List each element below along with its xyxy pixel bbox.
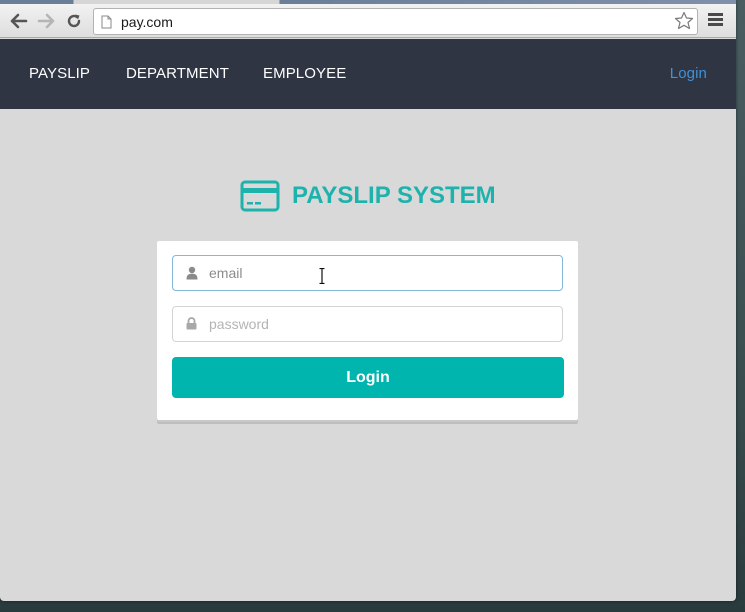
nav-payslip[interactable]: PAYSLIP: [29, 65, 90, 82]
forward-button[interactable]: [35, 11, 57, 31]
arrow-left-icon: [10, 13, 28, 29]
address-bar[interactable]: pay.com: [93, 8, 698, 35]
site-navbar: PAYSLIP DEPARTMENT EMPLOYEE Login: [0, 39, 736, 109]
nav-department[interactable]: DEPARTMENT: [126, 65, 229, 82]
page-icon: [101, 15, 112, 29]
password-input[interactable]: [209, 307, 549, 341]
url-text: pay.com: [121, 14, 173, 30]
hamburger-menu-icon[interactable]: [708, 13, 723, 28]
password-field[interactable]: [172, 306, 563, 342]
brand-title: PAYSLIP SYSTEM: [292, 182, 496, 209]
reload-button[interactable]: [63, 11, 85, 31]
reload-icon: [67, 14, 81, 28]
star-icon[interactable]: [674, 11, 694, 31]
nav-login-link[interactable]: Login: [670, 65, 707, 82]
login-card: Login: [157, 241, 578, 420]
text-cursor-icon: [319, 268, 325, 284]
browser-window: pay.com PAYSLIP DEPARTMENT EMPLOYEE Logi…: [0, 0, 736, 601]
email-input[interactable]: [209, 256, 549, 290]
lock-icon: [186, 317, 197, 330]
back-button[interactable]: [8, 11, 30, 31]
user-icon: [186, 266, 198, 280]
browser-toolbar: pay.com: [0, 4, 736, 38]
nav-employee[interactable]: EMPLOYEE: [263, 65, 346, 82]
login-button[interactable]: Login: [172, 357, 564, 398]
brand-header: PAYSLIP SYSTEM: [240, 179, 496, 213]
arrow-right-icon: [37, 13, 55, 29]
email-field[interactable]: [172, 255, 563, 291]
credit-card-icon: [240, 180, 280, 212]
